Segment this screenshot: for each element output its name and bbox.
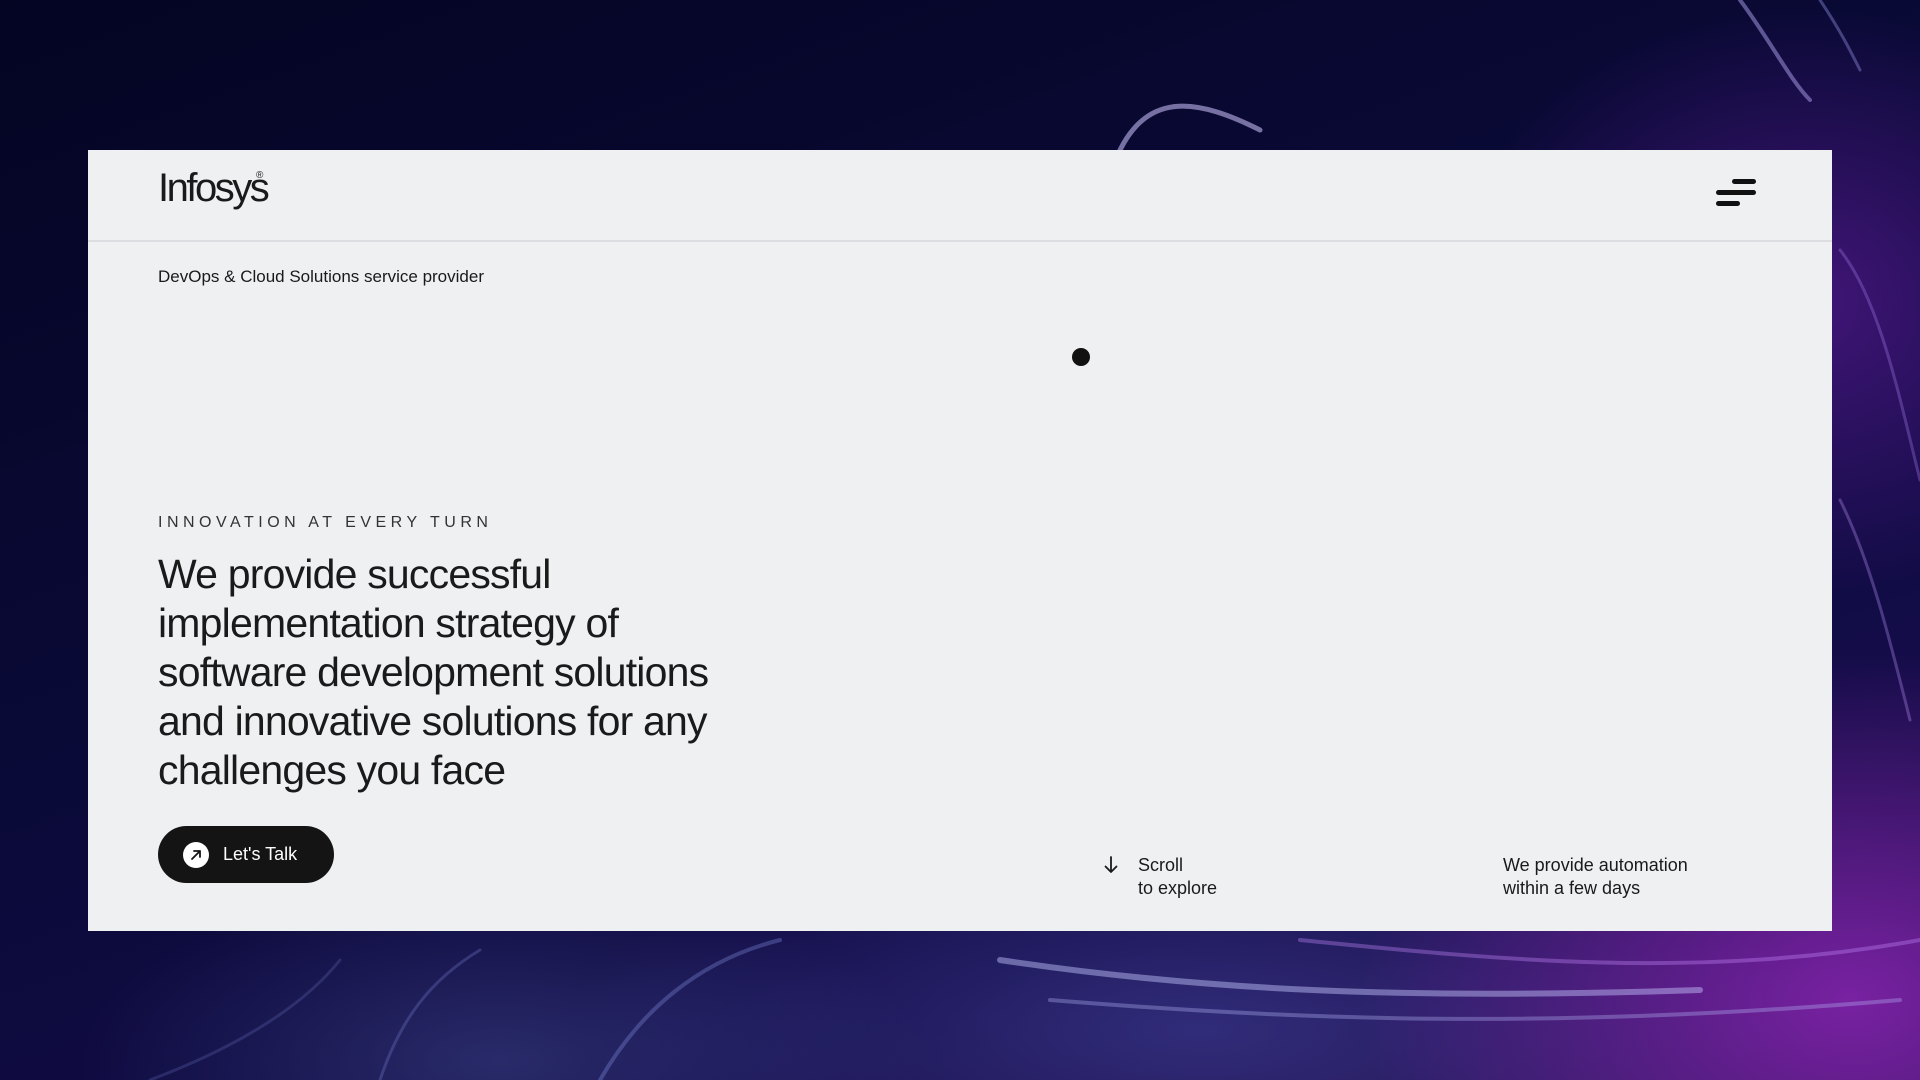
headline-line: software development solutions: [158, 649, 709, 695]
cursor-dot: [1072, 348, 1090, 366]
lets-talk-button[interactable]: Let's Talk: [158, 826, 334, 883]
top-navigation-bar: Infosys ®: [88, 150, 1832, 242]
registered-mark: ®: [256, 170, 264, 181]
hero-headline: We provide successful implementation str…: [158, 550, 818, 795]
hamburger-menu-icon[interactable]: [1714, 176, 1758, 210]
headline-line: challenges you face: [158, 747, 506, 793]
arrow-down-icon: [1104, 856, 1118, 873]
headline-line: implementation strategy of: [158, 600, 619, 646]
automation-note: We provide automation within a few days: [1503, 854, 1688, 900]
automation-line-2: within a few days: [1503, 878, 1641, 898]
scroll-line-2: to explore: [1138, 878, 1218, 898]
page-subtitle: DevOps & Cloud Solutions service provide…: [158, 267, 484, 286]
main-content-card: Infosys ® DevOps & Cloud Solutions servi…: [88, 150, 1832, 931]
headline-line: We provide successful: [158, 551, 551, 597]
hero-eyebrow: INNOVATION AT EVERY TURN: [158, 514, 493, 531]
arrow-up-right-icon: [183, 842, 209, 868]
menu-bar-top: [1732, 179, 1756, 184]
headline-line: and innovative solutions for any: [158, 698, 708, 744]
infosys-logo[interactable]: Infosys: [158, 168, 270, 208]
scroll-line-1: Scroll: [1138, 855, 1184, 875]
menu-bar-bottom: [1716, 201, 1740, 206]
scroll-hint-text: Scroll to explore: [1138, 854, 1217, 900]
menu-bar-middle: [1716, 190, 1756, 195]
automation-line-1: We provide automation: [1503, 855, 1688, 875]
lets-talk-label: Let's Talk: [223, 844, 298, 864]
